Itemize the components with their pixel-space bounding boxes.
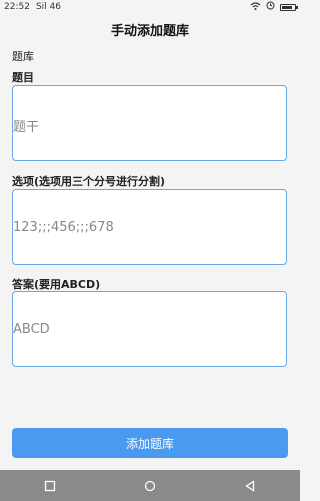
- section-label: 题库: [12, 50, 34, 63]
- system-nav-bar: [0, 470, 300, 501]
- alarm-icon: [266, 1, 275, 13]
- signal-indicator: Sil 46: [35, 2, 61, 12]
- answer-input[interactable]: [12, 291, 287, 367]
- circle-icon[interactable]: [143, 479, 157, 493]
- options-label: 选项(选项用三个分号进行分割): [12, 175, 166, 188]
- answer-label: 答案(要用ABCD): [12, 278, 101, 291]
- status-bar: 22:52 Sil 46: [0, 0, 300, 14]
- page-title: 手动添加题库: [110, 24, 189, 39]
- battery-icon: [280, 3, 298, 11]
- options-input[interactable]: [12, 189, 287, 265]
- question-label: 题目: [12, 71, 34, 84]
- status-time: 22:52: [4, 2, 30, 12]
- square-icon[interactable]: [43, 479, 57, 493]
- add-bank-button[interactable]: 添加题库: [12, 428, 288, 458]
- question-input[interactable]: [12, 85, 287, 161]
- wifi-icon: [250, 1, 261, 13]
- triangle-icon[interactable]: [243, 479, 257, 493]
